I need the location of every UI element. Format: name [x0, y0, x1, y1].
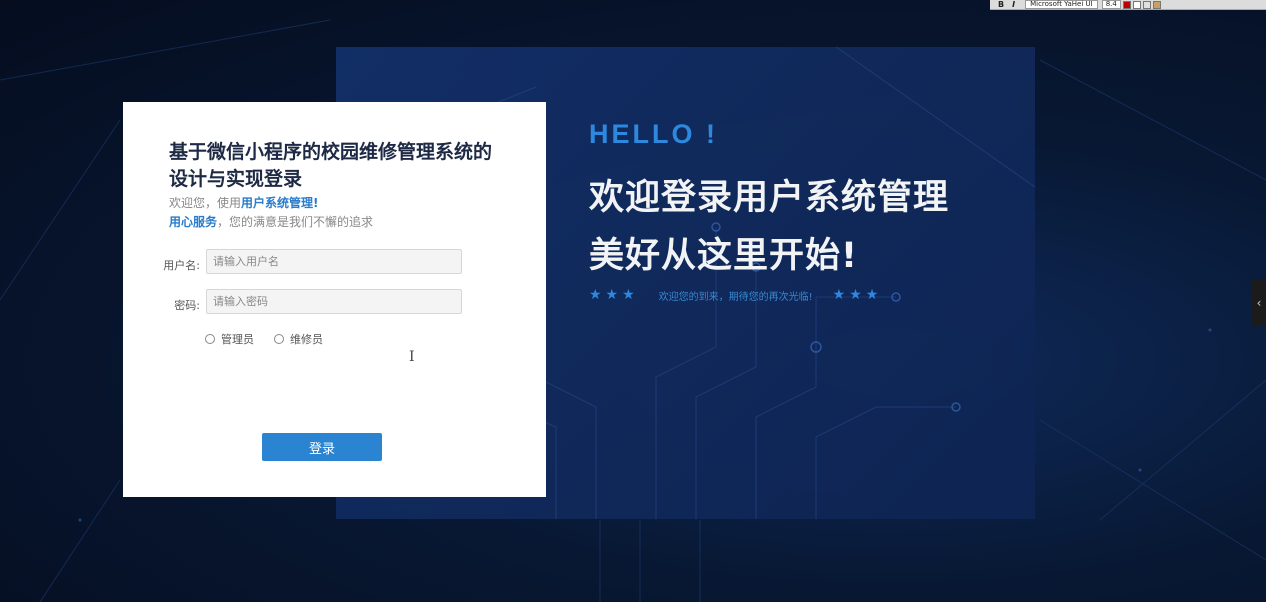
password-label: 密码: [174, 299, 200, 312]
color-swatch[interactable] [1132, 0, 1141, 9]
page-title: 基于微信小程序的校园维修管理系统的设计与实现登录 [169, 141, 493, 190]
editor-toolbar: B I Microsoft YaHei UI 8.4 [990, 0, 1266, 10]
bold-button[interactable]: B [998, 0, 1004, 9]
username-label: 用户名: [163, 259, 200, 272]
service-subtitle: 用心服务，您的满意是我们不懈的追求 [169, 213, 373, 230]
username-input[interactable] [206, 249, 462, 274]
welcome-subtitle: 欢迎您，使用用户系统管理! [169, 194, 319, 211]
role-label-admin: 管理员 [221, 333, 254, 346]
service-accent: 用心服务 [169, 215, 218, 229]
welcome-line-2: 美好从这里开始! [589, 236, 858, 276]
radio-icon[interactable] [205, 334, 215, 344]
text-cursor-icon: I [409, 349, 415, 365]
role-option-repairer[interactable]: 维修员 [274, 331, 323, 347]
color-swatch[interactable] [1142, 0, 1151, 9]
password-input[interactable] [206, 289, 462, 314]
radio-icon[interactable] [274, 334, 284, 344]
role-option-admin[interactable]: 管理员 [205, 331, 254, 347]
service-rest: ，您的满意是我们不懈的追求 [217, 215, 374, 229]
tagline-row: ★★★ 欢迎您的到来，期待您的再次光临! ★★★ [589, 287, 882, 303]
stars-right-icon: ★★★ [832, 287, 883, 303]
color-swatch[interactable] [1122, 0, 1131, 9]
welcome-line-1: 欢迎登录用户系统管理 [589, 178, 950, 218]
color-swatch[interactable] [1152, 0, 1161, 9]
chevron-left-icon: ‹ [1256, 296, 1262, 310]
tagline-text: 欢迎您的到来，期待您的再次光临! [658, 291, 813, 303]
login-card: 基于微信小程序的校园维修管理系统的设计与实现登录 欢迎您，使用用户系统管理! 用… [123, 102, 546, 497]
font-name-select[interactable]: Microsoft YaHei UI [1025, 0, 1098, 9]
subtitle-prefix: 欢迎您，使用 [169, 196, 242, 210]
side-collapse-tab[interactable]: ‹ [1252, 280, 1266, 326]
font-size-select[interactable]: 8.4 [1101, 0, 1121, 9]
subtitle-accent: 用户系统管理! [241, 196, 319, 210]
role-selector: 管理员 维修员 [205, 331, 343, 347]
hello-heading: HELLO ! [589, 119, 718, 149]
role-label-repairer: 维修员 [290, 333, 323, 346]
login-button[interactable]: 登录 [262, 433, 382, 461]
italic-button[interactable]: I [1012, 0, 1015, 9]
stars-left-icon: ★★★ [589, 287, 639, 303]
